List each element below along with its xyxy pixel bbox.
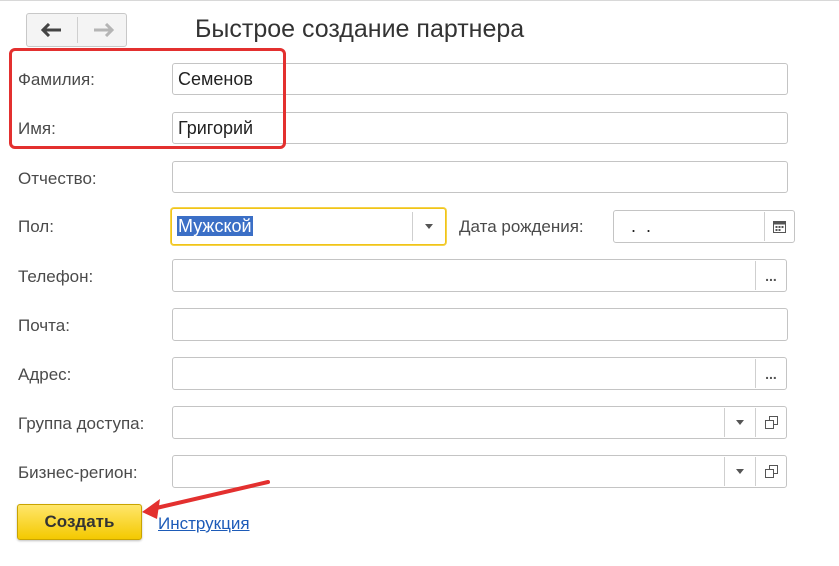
- access-group-label: Группа доступа:: [18, 414, 145, 433]
- phone-label: Телефон:: [18, 267, 94, 286]
- business-region-open-button[interactable]: [756, 456, 786, 487]
- phone-select-button[interactable]: ...: [756, 260, 786, 291]
- highlight-box: [9, 48, 286, 149]
- address-label: Адрес:: [18, 365, 72, 384]
- gender-dropdown-button[interactable]: [413, 209, 445, 244]
- business-region-label: Бизнес-регион:: [18, 463, 138, 482]
- gender-label: Пол:: [18, 217, 54, 236]
- open-form-icon: [764, 416, 778, 429]
- chevron-down-icon: [736, 420, 744, 425]
- business-region-dropdown-button[interactable]: [725, 456, 755, 487]
- instruction-link[interactable]: Инструкция: [158, 514, 250, 534]
- create-button[interactable]: Создать: [17, 504, 142, 540]
- business-region-field[interactable]: [172, 455, 787, 488]
- form-title: Быстрое создание партнера: [195, 15, 525, 43]
- calendar-button[interactable]: [765, 211, 794, 242]
- birth-date-label: Дата рождения:: [459, 217, 584, 236]
- middle-name-field[interactable]: [172, 161, 788, 193]
- access-group-open-button[interactable]: [756, 407, 786, 438]
- back-button[interactable]: [27, 14, 77, 46]
- address-field[interactable]: ...: [172, 357, 787, 390]
- more-icon: ...: [765, 365, 777, 382]
- middle-name-label: Отчество:: [18, 169, 97, 188]
- arrow-left-icon: [41, 23, 61, 37]
- more-icon: ...: [765, 267, 777, 284]
- gender-select[interactable]: Мужской: [171, 208, 446, 245]
- access-group-field[interactable]: [172, 406, 787, 439]
- open-form-icon: [764, 465, 778, 478]
- gender-value: Мужской: [177, 216, 253, 236]
- chevron-down-icon: [425, 224, 433, 229]
- calendar-icon: [773, 221, 786, 233]
- navigation-buttons: [26, 13, 127, 47]
- window-top-border: [0, 0, 839, 1]
- birth-date-field[interactable]: . .: [613, 210, 795, 243]
- chevron-down-icon: [736, 469, 744, 474]
- birth-date-value: . .: [626, 216, 652, 236]
- arrow-right-icon: [94, 23, 114, 37]
- email-field[interactable]: [172, 308, 788, 341]
- forward-button[interactable]: [78, 14, 128, 46]
- access-group-dropdown-button[interactable]: [725, 407, 755, 438]
- phone-field[interactable]: ...: [172, 259, 787, 292]
- email-label: Почта:: [18, 316, 70, 335]
- address-select-button[interactable]: ...: [756, 358, 786, 389]
